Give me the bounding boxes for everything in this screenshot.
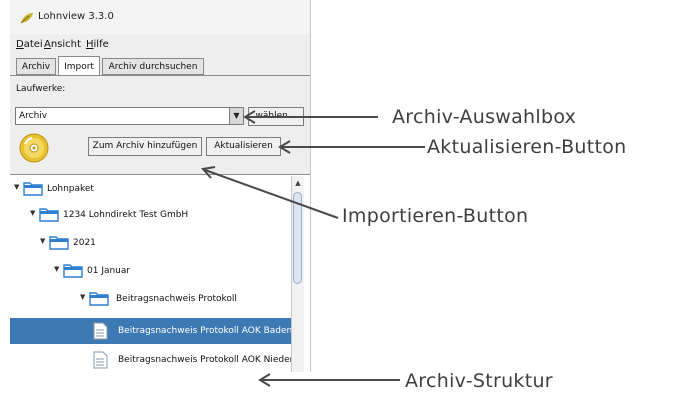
callout-archive-structure: Archiv-Struktur <box>405 370 553 392</box>
folder-icon <box>63 264 83 278</box>
drives-label: Laufwerke: <box>16 84 66 94</box>
import-disc-icon[interactable] <box>18 132 50 164</box>
callout-refresh-button: Aktualisieren-Button <box>427 136 627 158</box>
tree-node-year[interactable]: ▼ 2021 <box>40 231 280 255</box>
tree-node-month[interactable]: ▼ 01 Januar <box>54 259 284 283</box>
archive-select[interactable]: Archiv ▼ <box>15 107 244 125</box>
tree-node-label: 01 Januar <box>87 266 131 276</box>
callout-archive-select: Archiv-Auswahlbox <box>392 106 577 128</box>
choose-button[interactable]: wählen... <box>248 107 304 126</box>
chevron-down-icon[interactable]: ▼ <box>229 108 243 124</box>
folder-icon <box>89 292 109 306</box>
tree-node-label: 2021 <box>73 238 96 248</box>
document-icon <box>93 322 108 340</box>
expanded-toggle-icon[interactable]: ▼ <box>40 237 45 245</box>
tree-node-file-aok-baden[interactable]: Beitragsnachweis Protokoll AOK Baden <box>10 318 293 344</box>
scroll-up-icon[interactable]: ▲ <box>292 176 304 190</box>
callout-import-button: Importieren-Button <box>342 205 529 227</box>
tree-node-label: 1234 Lohndirekt Test GmbH <box>63 210 189 220</box>
folder-icon <box>49 236 69 250</box>
tree-node-file-aok-nieder[interactable]: Beitragsnachweis Protokoll AOK Nieder <box>10 347 294 372</box>
menu-bar: Datei Ansicht Hilfe <box>10 36 310 54</box>
tree-node-lohnpaket[interactable]: ▼ Lohnpaket <box>14 177 284 201</box>
tree-node-label: Lohnpaket <box>47 184 94 194</box>
folder-icon <box>39 208 59 222</box>
expanded-toggle-icon[interactable]: ▼ <box>80 293 85 301</box>
app-leaf-icon <box>20 13 33 24</box>
menu-datei[interactable]: Datei <box>16 39 43 50</box>
refresh-button[interactable]: Aktualisieren <box>206 137 281 156</box>
folder-icon <box>23 182 43 196</box>
lohnview-window: Lohnview 3.3.0 Datei Ansicht Hilfe Archi… <box>10 0 311 372</box>
tree-node-beitragsnachweis-folder[interactable]: ▼ Beitragsnachweis Protokoll <box>80 287 290 311</box>
tab-archiv[interactable]: Archiv <box>16 58 56 75</box>
expanded-toggle-icon[interactable]: ▼ <box>14 183 19 191</box>
menu-hilfe[interactable]: Hilfe <box>86 39 109 50</box>
document-icon <box>93 351 108 369</box>
archive-select-value: Archiv <box>19 111 48 121</box>
tab-divider <box>10 75 310 76</box>
window-title: Lohnview 3.3.0 <box>38 11 114 22</box>
menu-ansicht[interactable]: Ansicht <box>44 39 81 50</box>
expanded-toggle-icon[interactable]: ▼ <box>30 209 35 217</box>
arrow-structure-head <box>258 373 271 387</box>
tree-node-label: Beitragsnachweis Protokoll AOK Nieder <box>118 355 294 365</box>
tab-archiv-durchsuchen[interactable]: Archiv durchsuchen <box>102 58 204 75</box>
tree-node-company[interactable]: ▼ 1234 Lohndirekt Test GmbH <box>30 203 290 227</box>
title-bar: Lohnview 3.3.0 <box>10 0 310 34</box>
scroll-thumb[interactable] <box>293 192 302 284</box>
tree-scrollbar[interactable]: ▲ <box>291 176 304 372</box>
tree-node-label: Beitragsnachweis Protokoll AOK Baden <box>118 326 293 336</box>
add-to-archive-button[interactable]: Zum Archiv hinzufügen <box>88 137 202 156</box>
archive-tree[interactable]: ▼ Lohnpaket ▼ 1234 Lohndirekt Test GmbH … <box>10 174 310 372</box>
expanded-toggle-icon[interactable]: ▼ <box>54 265 59 273</box>
tree-node-label: Beitragsnachweis Protokoll <box>116 294 237 304</box>
tab-import[interactable]: Import <box>58 56 100 76</box>
